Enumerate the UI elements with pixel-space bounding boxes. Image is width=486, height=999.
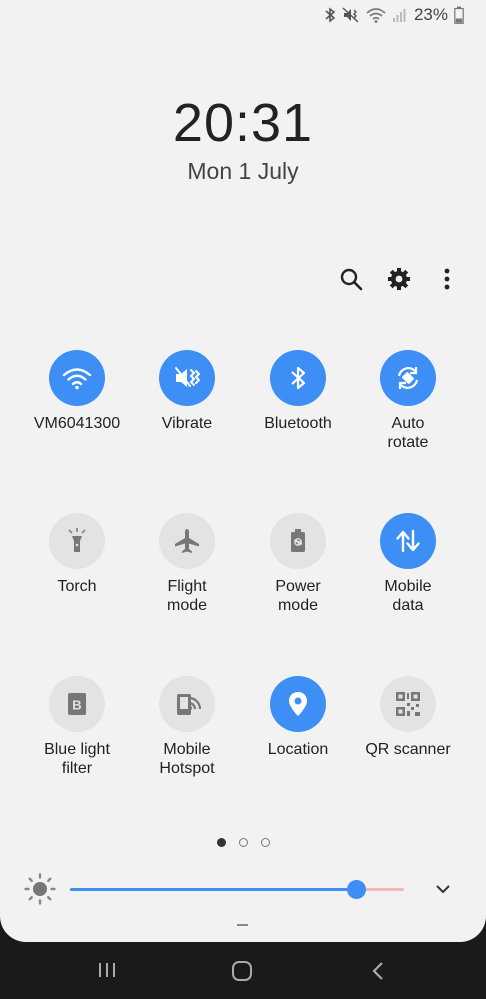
tile-label: QR scanner <box>365 741 451 758</box>
brightness-slider-fill <box>70 888 358 891</box>
clock-date: Mon 1 July <box>187 158 299 184</box>
tile-label: Mobile data <box>384 578 432 614</box>
bluetooth-icon[interactable] <box>270 350 326 406</box>
tile-mobile-data[interactable]: Mobile data <box>353 513 463 615</box>
back-icon[interactable] <box>370 960 386 987</box>
tile-label: Bluetooth <box>264 415 332 432</box>
page-dot[interactable] <box>260 838 270 847</box>
torch-icon[interactable] <box>49 513 105 569</box>
tile-label: Auto rotate <box>387 415 429 451</box>
tile-location[interactable]: Location <box>243 676 353 759</box>
tile-blue-light-filter[interactable]: B Blue light filter <box>22 676 132 778</box>
airplane-icon[interactable] <box>159 513 215 569</box>
tile-wifi[interactable]: VM6041300 <box>22 350 132 433</box>
tile-torch[interactable]: Torch <box>22 513 132 596</box>
qr-icon[interactable] <box>380 676 436 732</box>
page-dot[interactable] <box>238 838 248 847</box>
svg-text:B: B <box>72 698 81 713</box>
battery-percent: 23% <box>413 5 448 24</box>
location-icon[interactable] <box>270 676 326 732</box>
hotspot-icon[interactable] <box>159 676 215 732</box>
top-actions <box>338 264 460 294</box>
gear-icon[interactable] <box>386 264 412 294</box>
tile-power-mode[interactable]: Power mode <box>243 513 353 615</box>
page-indicator <box>0 838 486 847</box>
brightness-control <box>0 870 486 910</box>
tile-qr-scanner[interactable]: QR scanner <box>353 676 463 759</box>
bluetooth-icon <box>324 7 336 23</box>
quick-settings-panel: 23% 20:31 Mon 1 July VM6041300 Vibrate B… <box>0 0 486 942</box>
tile-label: Flight mode <box>166 578 208 614</box>
home-icon[interactable] <box>231 960 253 987</box>
battery-icon <box>454 6 464 24</box>
tile-label: Vibrate <box>161 415 213 432</box>
brightness-slider-thumb[interactable] <box>347 880 367 899</box>
navigation-bar <box>0 942 486 999</box>
status-bar: 23% <box>324 4 464 26</box>
page-dot[interactable] <box>216 838 226 847</box>
brightness-slider[interactable] <box>70 880 404 899</box>
tile-label: VM6041300 <box>33 415 121 432</box>
tile-mobile-hotspot[interactable]: Mobile Hotspot <box>132 676 242 778</box>
tile-label: Location <box>267 741 329 758</box>
tile-auto-rotate[interactable]: Auto rotate <box>353 350 463 452</box>
search-icon[interactable] <box>338 264 364 294</box>
brightness-icon <box>24 873 56 910</box>
tile-label: Torch <box>57 578 97 595</box>
vibrate-icon <box>342 7 360 23</box>
mobile-data-icon[interactable] <box>380 513 436 569</box>
chevron-down-icon[interactable] <box>434 880 452 903</box>
tile-label: Mobile Hotspot <box>159 741 215 777</box>
tile-flight-mode[interactable]: Flight mode <box>132 513 242 615</box>
vibrate-icon[interactable] <box>159 350 215 406</box>
clock-time: 20:31 <box>172 93 314 153</box>
more-options-icon[interactable] <box>434 264 460 294</box>
tile-label: Blue light filter <box>44 741 110 777</box>
wifi-icon <box>366 7 386 23</box>
blue-light-icon[interactable]: B <box>49 676 105 732</box>
panel-drag-handle[interactable] <box>237 924 248 926</box>
wifi-icon[interactable] <box>49 350 105 406</box>
tile-label: Power mode <box>275 578 321 614</box>
recents-icon[interactable] <box>97 960 117 985</box>
tile-vibrate[interactable]: Vibrate <box>132 350 242 433</box>
tile-bluetooth[interactable]: Bluetooth <box>243 350 353 433</box>
auto-rotate-icon[interactable] <box>380 350 436 406</box>
battery-saver-icon[interactable] <box>270 513 326 569</box>
signal-icon <box>392 7 406 23</box>
